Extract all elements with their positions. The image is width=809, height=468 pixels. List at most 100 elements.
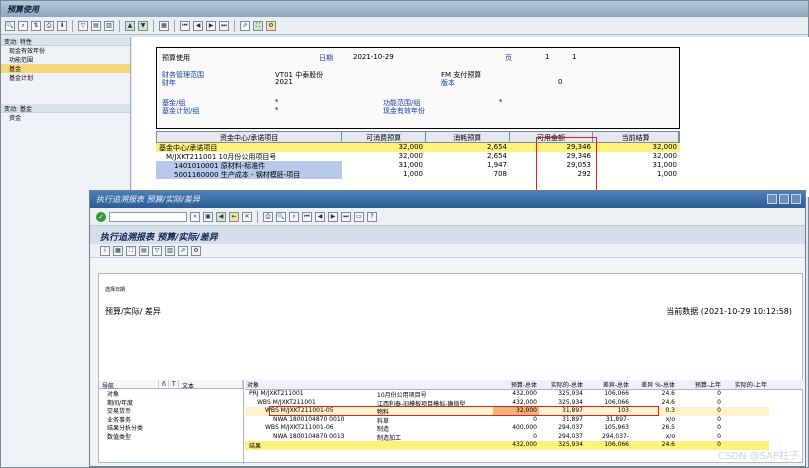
cell-budget: 0 — [533, 432, 537, 440]
enter-icon[interactable]: ✓ — [96, 211, 106, 222]
columns-icon[interactable]: ▦ — [159, 20, 169, 31]
expand-icon[interactable]: ▲ — [125, 20, 135, 31]
cell-actual: 294,037 — [558, 432, 583, 440]
navigation-pane: 导航 ñ T 文本 对象 期间/年度 交易货币 业务事务 结果分析分类 数值类型 — [99, 380, 244, 464]
cell-budget-prev: 0 — [677, 407, 723, 416]
col-budget-prev[interactable]: 预算-上年 — [677, 380, 723, 389]
layout-icon[interactable]: ▤ — [139, 245, 149, 256]
find-next-icon[interactable]: ⌕ — [289, 211, 299, 222]
settings-icon[interactable]: ⚙ — [191, 245, 201, 256]
main-window: 预算使用 🔍 ⌕ ⇅ ⎙ ⬇ ▽ ▤ ▥ ▲ ▼ ▦ ⏮ ◀ ▶ ⏭ ⇗ ⛶ ⚙… — [0, 0, 809, 468]
back-nav-icon[interactable]: « — [190, 211, 200, 222]
filter-icon[interactable]: ▽ — [78, 20, 88, 31]
cell-variance-pct: x/o — [665, 415, 675, 423]
col-description[interactable] — [375, 380, 493, 389]
nav-item-result-class[interactable]: 结果分析分类 — [99, 423, 243, 432]
nav-col-navigation[interactable]: 导航 — [99, 380, 159, 390]
nav-item-object[interactable]: 对象 — [99, 389, 243, 398]
maximize-icon[interactable] — [779, 194, 789, 204]
tree-item-fund[interactable]: 基金 — [1, 64, 130, 73]
variant-icon[interactable]: ▦ — [113, 245, 123, 256]
find-icon[interactable]: 🔍 — [5, 20, 15, 31]
filter-icon[interactable]: ▽ — [152, 245, 162, 256]
hierarchy-icon[interactable]: ⛶ — [253, 20, 263, 31]
last-page-icon[interactable]: ⏭ — [219, 20, 229, 31]
print-icon[interactable]: ⎙ — [263, 211, 273, 222]
graphic-icon[interactable]: ▥ — [165, 245, 175, 256]
cell-actual-prev — [723, 424, 769, 433]
col-variance-total[interactable]: 差异-总体 — [585, 380, 631, 389]
layout-icon[interactable]: ▤ — [91, 20, 101, 31]
col-header-consumable[interactable]: 可消费预算 — [342, 132, 426, 142]
save-icon[interactable]: ▣ — [203, 211, 213, 222]
cell-variance-pct: 26.5 — [661, 424, 675, 431]
table-row[interactable]: M/JXKT211001 10月份公用项目号 32,000 2,654 29,3… — [156, 152, 680, 161]
col-actual-total[interactable]: 实际的-总体 — [539, 380, 585, 389]
col-budget-total[interactable]: 预算-总体 — [493, 380, 539, 389]
table-row[interactable]: WBS M/JXKT211001-06 制造 400,000 294,037 1… — [245, 424, 803, 433]
back-icon[interactable]: ◀ — [216, 211, 226, 222]
col-object[interactable]: 对象 — [245, 380, 375, 389]
command-input[interactable] — [109, 211, 187, 222]
col-variance-pct[interactable]: 差异 %-总体 — [631, 380, 677, 389]
nav-col-sort[interactable]: ñ — [159, 380, 169, 388]
version-value: 0 — [558, 78, 563, 86]
grid-header: 资金中心/承诺项目 可消费预算 消耗预算 可用金额 当前结算 — [156, 131, 680, 143]
cell-description: 料草 — [377, 417, 390, 425]
nav-col-text-toggle[interactable]: T — [169, 380, 179, 388]
col-actual-prev[interactable]: 实际的-上年 — [723, 380, 769, 389]
tree-item-cash-year[interactable]: 现金有效年份 — [1, 46, 130, 55]
info-icon[interactable]: i — [100, 245, 110, 256]
prev-page-icon[interactable]: ◀ — [193, 20, 203, 31]
export-icon[interactable]: ⇗ — [240, 20, 250, 31]
cell-consumable: 32,000 — [398, 152, 424, 160]
tree-item-func-area[interactable]: 功能范围 — [1, 55, 130, 64]
table-row[interactable]: PRJ M/JXKT211001 10月份公用项目号 432,000 325,9… — [245, 390, 803, 399]
find-next-icon[interactable]: ⌕ — [18, 20, 28, 31]
sort-icon[interactable]: ⇅ — [31, 20, 41, 31]
cell-object: NWA 1800104870 0013 — [273, 432, 345, 440]
col-header-fund-center[interactable]: 资金中心/承诺项目 — [157, 132, 343, 142]
first-page-icon[interactable]: ⏮ — [180, 20, 190, 31]
nav-item-period[interactable]: 期间/年度 — [99, 398, 243, 407]
cancel-icon[interactable]: ✕ — [242, 211, 252, 222]
cell-object: 结果 — [245, 441, 375, 450]
nav-item-transaction[interactable]: 业务事务 — [99, 415, 243, 424]
report-area: 预算使用 日期 2021-10-29 页 1 1 财务管理范围 VT01 中泰股… — [132, 37, 809, 197]
collapse-icon[interactable]: ▼ — [138, 20, 148, 31]
tree-root-funds[interactable]: 资金 — [1, 113, 130, 122]
nav-col-text[interactable]: 文本 — [179, 380, 243, 390]
first-page-icon[interactable]: ⏮ — [302, 211, 312, 222]
close-icon[interactable] — [791, 194, 801, 204]
prev-page-icon[interactable]: ◀ — [315, 211, 325, 222]
table-row[interactable]: 基金中心/承诺项目 32,000 2,654 29,346 32,000 — [156, 143, 680, 152]
minimize-icon[interactable] — [767, 194, 777, 204]
next-page-icon[interactable]: ▶ — [328, 211, 338, 222]
download-icon[interactable]: ⬇ — [57, 20, 67, 31]
new-session-icon[interactable]: ▭ — [354, 211, 364, 222]
cell-actual-prev — [723, 416, 769, 425]
popup-title-text: 执行追溯报表 预算/实际/差异 — [96, 195, 200, 204]
nav-item-value-type[interactable]: 数值类型 — [99, 432, 243, 441]
table-row[interactable]: 1401010001 原材料-标准件 31,000 1,947 29,053 3… — [156, 161, 680, 170]
cell-name: 5001160000 生产成本 - 钢材模胚-项目 — [156, 170, 342, 179]
hierarchy-icon[interactable]: ⛶ — [126, 245, 136, 256]
exit-icon[interactable]: ⇤ — [229, 211, 239, 222]
cell-name: M/JXKT211001 10月份公用项目号 — [166, 153, 277, 161]
find-icon[interactable]: 🔍 — [276, 211, 286, 222]
nav-item-currency[interactable]: 交易货币 — [99, 406, 243, 415]
separator — [153, 19, 154, 32]
tree-item-fund-plan[interactable]: 基金计划 — [1, 73, 130, 82]
table-row[interactable]: NWA 1800104870 0010 料草 0 31,897 31,897- … — [245, 416, 803, 425]
col-header-consumed[interactable]: 消耗预算 — [426, 132, 510, 142]
table-row[interactable]: 5001160000 生产成本 - 钢材模胚-项目 1,000 708 292 … — [156, 170, 680, 179]
chart-icon[interactable]: ▥ — [104, 20, 114, 31]
export-icon[interactable]: ⇗ — [178, 245, 188, 256]
help-icon[interactable]: ? — [367, 211, 377, 222]
last-page-icon[interactable]: ⏭ — [341, 211, 351, 222]
settings-icon[interactable]: ⚙ — [266, 20, 276, 31]
col-header-current[interactable]: 当前结算 — [593, 132, 679, 142]
next-page-icon[interactable]: ▶ — [206, 20, 216, 31]
table-row[interactable]: NWA 1800104870 0013 制造加工 0 294,037 294,0… — [245, 433, 803, 442]
print-icon[interactable]: ⎙ — [44, 20, 54, 31]
